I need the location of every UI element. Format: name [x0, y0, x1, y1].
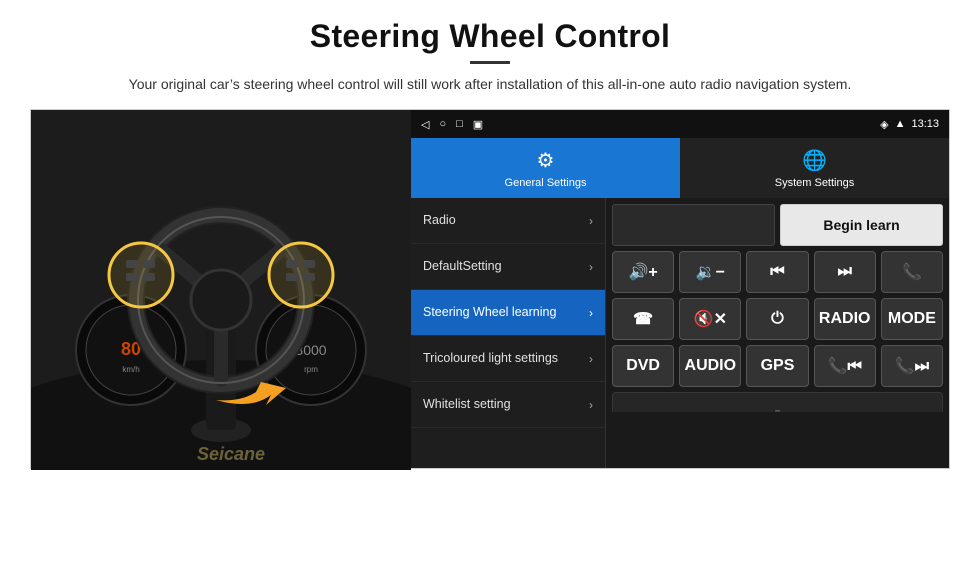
- hang-up-button[interactable]: ☎: [612, 298, 674, 340]
- signal-icon: ▲: [895, 118, 906, 130]
- power-button[interactable]: ⏻: [746, 298, 808, 340]
- mute-icon: 🔇✕: [694, 309, 727, 329]
- tab-general-settings[interactable]: ⚙ General Settings: [411, 138, 680, 198]
- phone-icon: 📞: [902, 262, 922, 282]
- status-bar-info: ◈ ▲ 13:13: [880, 118, 939, 131]
- audio-button[interactable]: AUDIO: [679, 345, 741, 387]
- page-title: Steering Wheel Control: [310, 18, 670, 55]
- mode-button[interactable]: MODE: [881, 298, 943, 340]
- tel-next-button[interactable]: 📞⏭: [881, 345, 943, 387]
- dvd-button[interactable]: DVD: [612, 345, 674, 387]
- volume-down-button[interactable]: 🔉−: [679, 251, 741, 293]
- tab-system-label: System Settings: [775, 177, 854, 189]
- extra-btn-1[interactable]: ≡: [612, 392, 943, 412]
- radio-button[interactable]: RADIO: [814, 298, 876, 340]
- volume-up-button[interactable]: 🔊+: [612, 251, 674, 293]
- status-bar-nav: ◁ ○ □ ▣: [421, 118, 483, 131]
- android-panel: ◁ ○ □ ▣ ◈ ▲ 13:13 ⚙ General Settings: [411, 110, 949, 468]
- hang-up-icon: ☎: [633, 309, 653, 329]
- chevron-right-icon: ›: [589, 352, 593, 366]
- next-track-icon: ⏭: [838, 263, 852, 281]
- menu-item-tricoloured[interactable]: Tricoloured light settings ›: [411, 336, 605, 382]
- tel-prev-button[interactable]: 📞⏮: [814, 345, 876, 387]
- power-icon: ⏻: [771, 310, 784, 328]
- button-row-3: DVD AUDIO GPS 📞⏮ 📞⏭: [612, 345, 943, 387]
- tel-next-icon: 📞⏭: [895, 356, 929, 376]
- car-image-svg: 80 km/h 3000 rpm: [31, 110, 411, 470]
- panel-body: Radio › DefaultSetting › Steering Wheel …: [411, 198, 949, 468]
- side-menu: Radio › DefaultSetting › Steering Wheel …: [411, 198, 606, 468]
- car-image-area: 80 km/h 3000 rpm: [31, 110, 411, 470]
- chevron-right-icon: ›: [589, 214, 593, 228]
- tab-system-settings[interactable]: 🌐 System Settings: [680, 138, 949, 198]
- blank-box: [612, 204, 775, 246]
- page-subtitle: Your original car’s steering wheel contr…: [129, 74, 852, 95]
- button-row-1: 🔊+ 🔉− ⏮ ⏭ 📞: [612, 251, 943, 293]
- controls-area: Begin learn 🔊+ 🔉− ⏮: [606, 198, 949, 468]
- extra-icon-1: ≡: [775, 408, 781, 413]
- chevron-right-icon: ›: [589, 260, 593, 274]
- status-bar: ◁ ○ □ ▣ ◈ ▲ 13:13: [411, 110, 949, 138]
- system-settings-icon: 🌐: [802, 148, 827, 173]
- tel-prev-icon: 📞⏮: [828, 356, 862, 376]
- chevron-right-icon: ›: [589, 398, 593, 412]
- chevron-right-icon: ›: [589, 306, 593, 320]
- phone-button[interactable]: 📞: [881, 251, 943, 293]
- menu-item-default-setting[interactable]: DefaultSetting ›: [411, 244, 605, 290]
- nav-camera-icon[interactable]: ▣: [473, 118, 483, 131]
- mode-text-icon: MODE: [888, 310, 936, 328]
- gps-button[interactable]: GPS: [746, 345, 808, 387]
- title-divider: [470, 61, 510, 64]
- volume-up-icon: 🔊+: [628, 262, 657, 282]
- audio-text-icon: AUDIO: [685, 357, 737, 375]
- svg-text:km/h: km/h: [122, 365, 139, 374]
- gps-text-icon: GPS: [761, 357, 795, 375]
- svg-text:Seicane: Seicane: [197, 444, 265, 464]
- prev-track-button[interactable]: ⏮: [746, 251, 808, 293]
- tab-bar: ⚙ General Settings 🌐 System Settings: [411, 138, 949, 198]
- dvd-text-icon: DVD: [626, 357, 660, 375]
- menu-item-steering-wheel[interactable]: Steering Wheel learning ›: [411, 290, 605, 336]
- location-icon: ◈: [880, 118, 888, 131]
- svg-text:rpm: rpm: [304, 365, 318, 374]
- radio-text-icon: RADIO: [819, 310, 871, 328]
- time-display: 13:13: [911, 118, 939, 130]
- begin-learn-button[interactable]: Begin learn: [780, 204, 943, 246]
- main-content: 80 km/h 3000 rpm: [30, 109, 950, 469]
- prev-track-icon: ⏮: [770, 263, 784, 281]
- nav-recent-icon[interactable]: □: [456, 118, 463, 130]
- menu-item-radio[interactable]: Radio ›: [411, 198, 605, 244]
- mute-button[interactable]: 🔇✕: [679, 298, 741, 340]
- next-track-button[interactable]: ⏭: [814, 251, 876, 293]
- nav-back-icon[interactable]: ◁: [421, 118, 429, 131]
- button-row-2: ☎ 🔇✕ ⏻ RADIO MODE: [612, 298, 943, 340]
- menu-item-whitelist[interactable]: Whitelist setting ›: [411, 382, 605, 428]
- general-settings-icon: ⚙: [537, 148, 555, 173]
- tab-general-label: General Settings: [505, 177, 587, 189]
- nav-home-icon[interactable]: ○: [439, 118, 446, 130]
- begin-learn-row: Begin learn: [612, 204, 943, 246]
- button-row-4: ≡: [612, 392, 943, 412]
- volume-down-icon: 🔉−: [696, 262, 725, 282]
